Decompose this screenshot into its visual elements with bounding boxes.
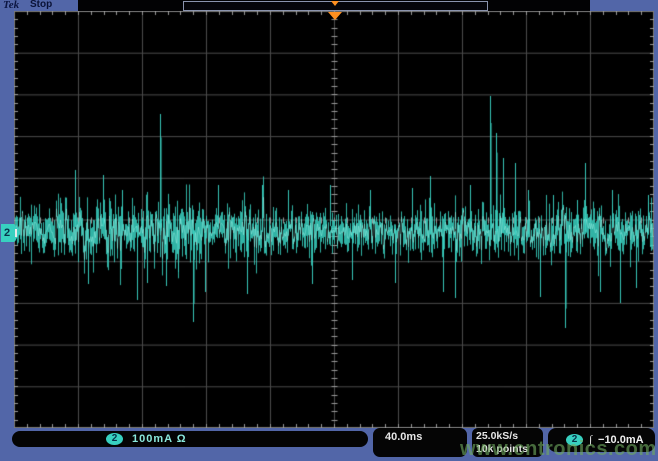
trigger-position-icon <box>328 12 342 20</box>
channel-readout-bar: 2 100mA Ω <box>12 431 368 447</box>
channel-scale-readout: 100mA Ω <box>132 431 187 447</box>
waveform-canvas <box>14 11 654 428</box>
channel-2-badge: 2 <box>106 433 123 445</box>
record-trigger-position-icon <box>331 1 339 6</box>
oscilloscope-screen: Tek Stop 2 2 100mA Ω 40.0ms 25.0kS/s 10k… <box>0 0 658 461</box>
horizontal-scale-value: 40.0ms <box>385 431 422 443</box>
channel-2-level-dash-icon <box>15 229 17 237</box>
acquisition-status: Stop <box>30 0 52 10</box>
watermark: www.cntronics.com <box>460 438 657 461</box>
graticule <box>14 11 654 428</box>
tek-logo: Tek <box>3 0 19 11</box>
horizontal-scale-readout: 40.0ms <box>373 428 467 457</box>
